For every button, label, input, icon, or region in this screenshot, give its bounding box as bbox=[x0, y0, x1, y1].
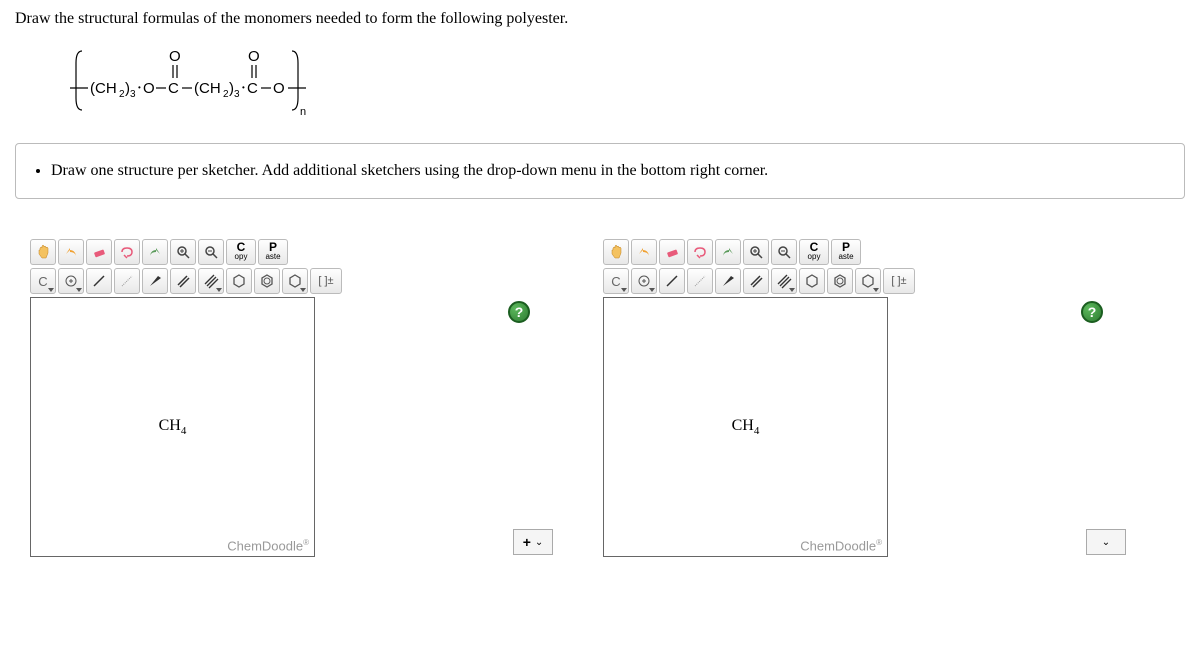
svg-text:C: C bbox=[247, 80, 258, 97]
wedge-bond-icon[interactable] bbox=[142, 268, 168, 294]
polyester-formula: (CH2)3 • O C O (CH2)3 • C O O n bbox=[70, 43, 1185, 118]
sketcher-1: Copy Paste C [ ]± CH4 ChemDoodle® bbox=[30, 239, 505, 557]
toolbar-1-row1: Copy Paste bbox=[30, 239, 505, 265]
sketchers-container: Copy Paste C [ ]± CH4 ChemDoodle® bbox=[15, 229, 1185, 567]
svg-text:•: • bbox=[138, 83, 141, 92]
undo-icon[interactable] bbox=[631, 239, 657, 265]
redo-icon[interactable] bbox=[142, 239, 168, 265]
sketcher-dropdown-button[interactable]: ⌄ bbox=[1086, 529, 1126, 555]
undo-icon[interactable] bbox=[58, 239, 84, 265]
brackets-icon[interactable]: [ ]± bbox=[883, 268, 915, 294]
wedge-bond-icon[interactable] bbox=[715, 268, 741, 294]
eraser-icon[interactable] bbox=[659, 239, 685, 265]
lasso-clear-icon[interactable] bbox=[687, 239, 713, 265]
instruction-box: Draw one structure per sketcher. Add add… bbox=[15, 143, 1185, 199]
lasso-clear-icon[interactable] bbox=[114, 239, 140, 265]
chemdoodle-brand: ChemDoodle® bbox=[227, 538, 309, 553]
toolbar-2-row2: C [ ]± bbox=[603, 268, 1078, 294]
benzene-icon[interactable] bbox=[254, 268, 280, 294]
svg-text:•: • bbox=[242, 83, 245, 92]
svg-text:3: 3 bbox=[234, 89, 240, 100]
zoom-out-icon[interactable] bbox=[771, 239, 797, 265]
ring-icon[interactable] bbox=[282, 268, 308, 294]
element-c-button[interactable]: C bbox=[603, 268, 629, 294]
sketcher-canvas-1[interactable]: CH4 ChemDoodle® bbox=[30, 297, 315, 557]
zoom-in-icon[interactable] bbox=[170, 239, 196, 265]
cyclohexane-icon[interactable] bbox=[799, 268, 825, 294]
paste-button[interactable]: Paste bbox=[258, 239, 288, 265]
charge-tool-icon[interactable] bbox=[631, 268, 657, 294]
svg-text:(CH: (CH bbox=[90, 80, 117, 97]
recessed-bond-icon[interactable] bbox=[687, 268, 713, 294]
chemdoodle-brand: ChemDoodle® bbox=[800, 538, 882, 553]
benzene-icon[interactable] bbox=[827, 268, 853, 294]
svg-text:3: 3 bbox=[130, 89, 136, 100]
cyclohexane-icon[interactable] bbox=[226, 268, 252, 294]
redo-icon[interactable] bbox=[715, 239, 741, 265]
single-bond-icon[interactable] bbox=[659, 268, 685, 294]
svg-text:O: O bbox=[248, 48, 260, 65]
toolbar-1-row2: C [ ]± bbox=[30, 268, 505, 294]
zoom-in-icon[interactable] bbox=[743, 239, 769, 265]
ring-icon[interactable] bbox=[855, 268, 881, 294]
paste-button[interactable]: Paste bbox=[831, 239, 861, 265]
triple-bond-icon[interactable] bbox=[198, 268, 224, 294]
eraser-icon[interactable] bbox=[86, 239, 112, 265]
hand-tool-icon[interactable] bbox=[603, 239, 629, 265]
svg-text:O: O bbox=[273, 80, 285, 97]
recessed-bond-icon[interactable] bbox=[114, 268, 140, 294]
svg-text:(CH: (CH bbox=[194, 80, 221, 97]
add-sketcher-button[interactable]: + ⌄ bbox=[513, 529, 553, 555]
brackets-icon[interactable]: [ ]± bbox=[310, 268, 342, 294]
help-icon[interactable]: ? bbox=[1081, 301, 1103, 323]
question-prompt: Draw the structural formulas of the mono… bbox=[15, 10, 1185, 28]
zoom-out-icon[interactable] bbox=[198, 239, 224, 265]
instruction-text: Draw one structure per sketcher. Add add… bbox=[51, 162, 1159, 180]
sketcher-2: Copy Paste C [ ]± CH4 ChemDoodle® bbox=[603, 239, 1078, 557]
svg-text:C: C bbox=[168, 80, 179, 97]
default-molecule-2: CH4 bbox=[732, 417, 760, 437]
svg-text:O: O bbox=[169, 48, 181, 65]
single-bond-icon[interactable] bbox=[86, 268, 112, 294]
help-icon[interactable]: ? bbox=[508, 301, 530, 323]
copy-button[interactable]: Copy bbox=[226, 239, 256, 265]
double-bond-icon[interactable] bbox=[743, 268, 769, 294]
charge-tool-icon[interactable] bbox=[58, 268, 84, 294]
svg-text:n: n bbox=[300, 106, 306, 118]
svg-text:O: O bbox=[143, 80, 155, 97]
triple-bond-icon[interactable] bbox=[771, 268, 797, 294]
toolbar-2-row1: Copy Paste bbox=[603, 239, 1078, 265]
element-c-button[interactable]: C bbox=[30, 268, 56, 294]
double-bond-icon[interactable] bbox=[170, 268, 196, 294]
sketcher-canvas-2[interactable]: CH4 ChemDoodle® bbox=[603, 297, 888, 557]
default-molecule-1: CH4 bbox=[159, 417, 187, 437]
hand-tool-icon[interactable] bbox=[30, 239, 56, 265]
copy-button[interactable]: Copy bbox=[799, 239, 829, 265]
